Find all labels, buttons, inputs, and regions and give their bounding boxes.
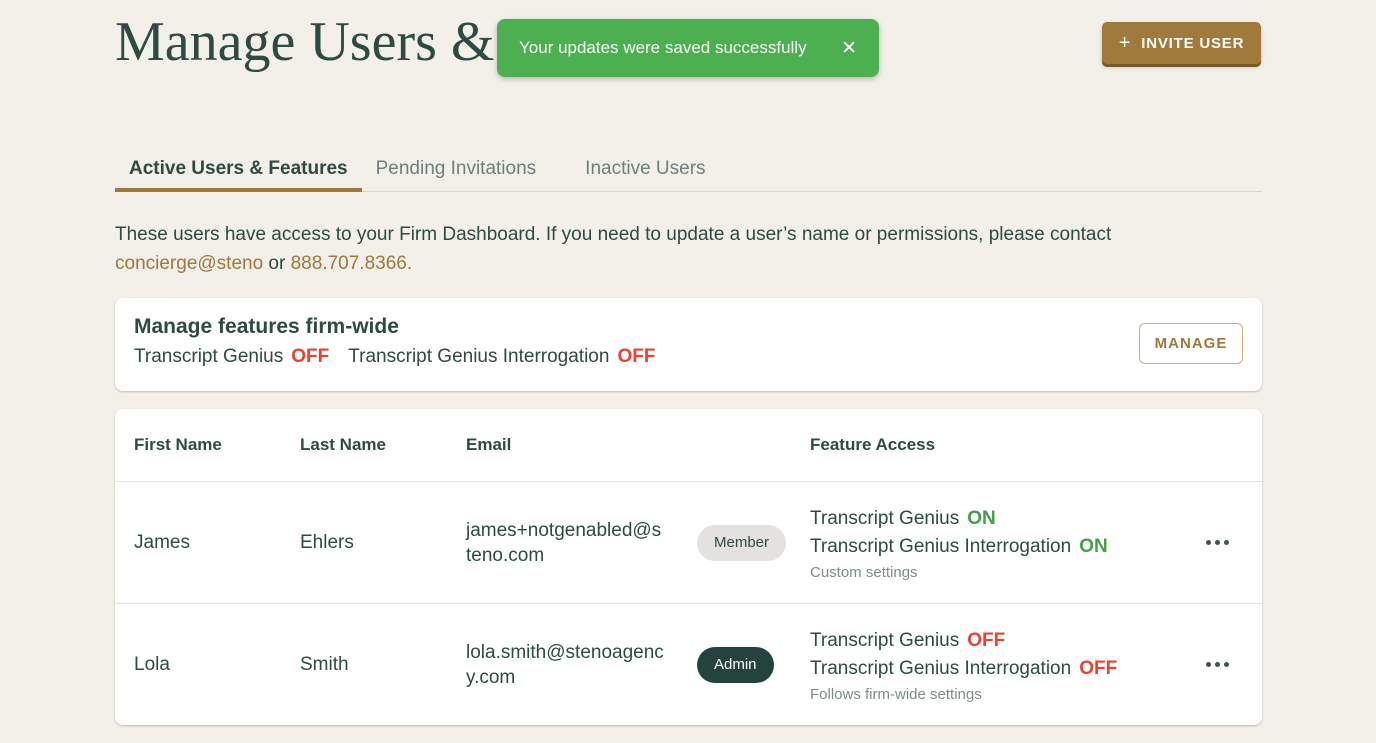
feature-name: Transcript Genius	[810, 507, 960, 529]
feature-name: Transcript Genius Interrogation	[348, 346, 610, 367]
invite-user-button[interactable]: + INVITE USER	[1102, 22, 1261, 64]
tab-inactive-users[interactable]: Inactive Users	[571, 146, 719, 191]
feature-status: OFF	[1079, 657, 1118, 679]
column-header-email: Email	[466, 435, 512, 454]
tab-active-users-features[interactable]: Active Users & Features	[115, 146, 362, 192]
cell-last-name: Ehlers	[300, 531, 354, 553]
description: These users have access to your Firm Das…	[115, 220, 1155, 278]
dot	[1223, 662, 1229, 667]
plus-icon: +	[1118, 32, 1132, 54]
dot	[1205, 662, 1211, 667]
settings-note: Follows firm-wide settings	[810, 685, 982, 703]
email-text: james+notgenabled@steno.com	[466, 519, 662, 566]
cell-role: Member	[697, 524, 810, 561]
table-row: Lola Smith lola.smith@stenoagency.com Ad…	[115, 603, 1262, 725]
feature-line: Transcript Genius Interrogation OFF	[810, 655, 1172, 683]
feature-name: Transcript Genius Interrogation	[810, 657, 1072, 679]
table-header-row: First Name Last Name Email Feature Acces…	[115, 409, 1262, 481]
feature-status: OFF	[617, 346, 656, 367]
firmwide-feature: Transcript Genius OFF	[134, 346, 329, 368]
cell-email: lola.smith@stenoagency.com	[466, 640, 697, 690]
feature-status: OFF	[291, 346, 330, 367]
column-header-last-name: Last Name	[300, 435, 386, 454]
more-options-icon[interactable]	[1202, 532, 1233, 553]
dot	[1205, 540, 1211, 545]
firmwide-feature: Transcript Genius Interrogation OFF	[348, 346, 655, 368]
feature-status: ON	[967, 507, 996, 529]
cell-actions	[1172, 532, 1262, 553]
phone-link[interactable]: 888.707.8366.	[291, 253, 413, 274]
cell-role: Admin	[697, 646, 810, 683]
cell-first-name: Lola	[134, 653, 170, 675]
description-text: These users have access to your Firm Das…	[115, 224, 1112, 245]
tab-bar: Active Users & Features Pending Invitati…	[115, 146, 1262, 192]
feature-line: Transcript Genius OFF	[810, 627, 1172, 655]
toast-message: Your updates were saved successfully	[519, 38, 807, 57]
toast-notification: Your updates were saved successfully ✕	[497, 19, 879, 77]
email-text: lola.smith@stenoagency.com	[466, 641, 664, 688]
cell-first-name: James	[134, 531, 190, 553]
concierge-email-link[interactable]: concierge@steno	[115, 253, 263, 274]
dot	[1214, 540, 1220, 545]
users-table-card: First Name Last Name Email Feature Acces…	[115, 409, 1262, 725]
cell-actions	[1172, 654, 1262, 675]
invite-user-label: INVITE USER	[1141, 34, 1245, 52]
feature-line: Transcript Genius ON	[810, 505, 1172, 533]
feature-status: ON	[1079, 535, 1108, 557]
manage-button[interactable]: MANAGE	[1139, 323, 1243, 364]
column-header-feature-access: Feature Access	[810, 435, 936, 454]
cell-last-name: Smith	[300, 653, 349, 675]
more-options-icon[interactable]	[1202, 654, 1233, 675]
feature-line: Transcript Genius Interrogation ON	[810, 533, 1172, 561]
dot	[1214, 662, 1220, 667]
column-header-first-name: First Name	[134, 435, 222, 454]
feature-status: OFF	[967, 629, 1006, 651]
feature-name: Transcript Genius	[810, 629, 960, 651]
tab-pending-invitations[interactable]: Pending Invitations	[362, 146, 551, 191]
close-icon[interactable]: ✕	[829, 37, 857, 60]
firmwide-card-title: Manage features firm-wide	[134, 315, 399, 338]
description-connector: or	[263, 253, 291, 274]
settings-note: Custom settings	[810, 563, 918, 581]
role-badge: Admin	[697, 646, 774, 683]
firmwide-feature-list: Transcript Genius OFF Transcript Genius I…	[134, 346, 1243, 368]
firmwide-features-card: Manage features firm-wide Transcript Gen…	[115, 298, 1262, 391]
feature-name: Transcript Genius	[134, 346, 284, 367]
cell-feature-access: Transcript Genius OFF Transcript Genius I…	[810, 627, 1172, 703]
cell-email: james+notgenabled@steno.com	[466, 518, 697, 568]
manage-users-page: { "page": { "title": "Manage Users & Fea…	[0, 0, 1376, 743]
feature-name: Transcript Genius Interrogation	[810, 535, 1072, 557]
role-badge: Member	[697, 524, 787, 561]
table-row: James Ehlers james+notgenabled@steno.com…	[115, 481, 1262, 603]
dot	[1223, 540, 1229, 545]
cell-feature-access: Transcript Genius ON Transcript Genius In…	[810, 505, 1172, 581]
